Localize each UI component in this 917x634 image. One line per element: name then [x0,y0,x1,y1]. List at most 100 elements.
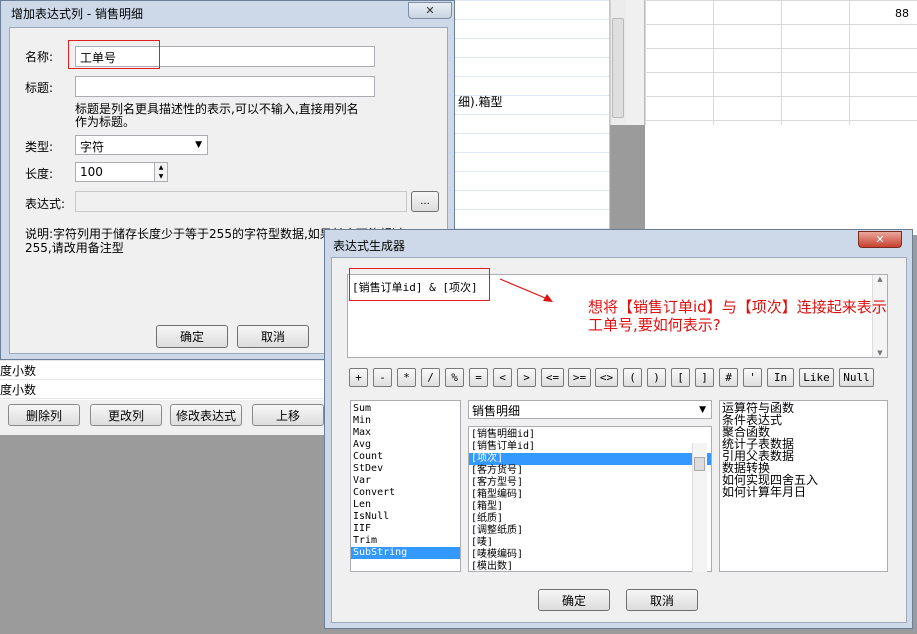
stepper-down-icon[interactable]: ▼ [155,172,167,181]
field-item[interactable]: [箱型编码] [469,489,711,501]
operator-button[interactable]: <= [541,368,564,387]
function-item[interactable]: SubString [351,547,460,559]
close-icon: ✕ [425,4,435,17]
name-label: 名称: [25,50,54,64]
operator-button[interactable]: ] [695,368,714,387]
cancel-button[interactable]: 取消 [237,325,309,348]
field-item[interactable]: [项次] [469,453,711,465]
help-text-2: 255,请改用备注型 [25,241,124,255]
function-item[interactable]: StDev [351,463,460,475]
field-item[interactable]: [唛] [469,537,711,549]
operator-button[interactable]: <> [595,368,618,387]
function-item[interactable]: IsNull [351,511,460,523]
function-item[interactable]: Var [351,475,460,487]
operator-button[interactable]: In [767,368,794,387]
dialog-title: 增加表达式列 - 销售明细 [11,7,143,21]
background-list: 度小数 度小数 [0,360,330,400]
operator-button[interactable]: + [349,368,368,387]
field-item[interactable]: [客方型号] [469,477,711,489]
operator-button[interactable]: >= [568,368,591,387]
field-list[interactable]: [销售明细id] [销售订单id] [项次] [客方货号] [客方型号] [箱型编码] [箱… [468,426,712,572]
operator-button[interactable]: % [445,368,464,387]
operator-button[interactable]: - [373,368,392,387]
annotation-line-1: 想将【销售订单id】与【项次】连接起来表示 [588,298,887,316]
annotation-highlight-box [349,268,490,301]
field-item[interactable]: [销售订单id] [469,441,711,453]
stepper-up-icon[interactable]: ▲ [155,163,167,172]
operator-button[interactable]: = [469,368,488,387]
scrollbar-thumb[interactable] [612,18,624,118]
close-button[interactable]: ✕ [408,2,452,19]
operator-button[interactable]: ) [647,368,666,387]
type-value: 字符 [80,140,105,154]
expression-builder-dialog: 表达式生成器 ✕ [销售订单id] & [项次] ▲ ▼ Sum Min Max Av… [324,229,913,629]
list-item[interactable]: 度小数 [0,381,36,398]
background-grid-empty [645,125,917,235]
background-cell-text: 细).箱型 [458,95,503,109]
ok-button[interactable]: 确定 [156,325,228,348]
function-item[interactable]: Min [351,415,460,427]
function-item[interactable]: Len [351,499,460,511]
move-up-button[interactable]: 上移 [252,404,324,426]
operator-button[interactable]: / [421,368,440,387]
function-item[interactable]: IIF [351,523,460,535]
table-select-value: 销售明细 [472,404,521,418]
background-panel-strip [626,0,645,125]
expression-field[interactable] [75,191,407,212]
type-label: 类型: [25,140,54,154]
field-item[interactable]: [箱型] [469,501,711,513]
annotation-arrow [499,278,553,302]
function-item[interactable]: Trim [351,535,460,547]
caption-note-2: 作为标题。 [75,115,136,129]
field-item[interactable]: [纸质] [469,513,711,525]
background-grid: 88 [645,0,917,125]
scroll-down-icon[interactable]: ▼ [873,349,887,357]
function-item[interactable]: Count [351,451,460,463]
ok-button[interactable]: 确定 [538,589,610,611]
operator-button[interactable]: Null [839,368,874,387]
caption-field[interactable] [75,76,375,97]
close-icon: ✕ [875,233,885,246]
type-select[interactable]: 字符 ▼ [75,135,208,155]
annotation-line-2: 工单号,要如何表示? [588,316,721,334]
operator-button[interactable]: * [397,368,416,387]
function-item[interactable]: Avg [351,439,460,451]
expression-label: 表达式: [25,197,66,211]
help-topic-list[interactable]: 运算符与函数 条件表达式 聚合函数 统计子表数据 引用父表数据 数据转换 如何实现四舍五入如… [719,400,888,572]
caption-note: 标题是列名更具描述性的表示,可以不输入,直接用列名 [75,102,359,116]
cancel-button[interactable]: 取消 [626,589,698,611]
modify-expression-button[interactable]: 修改表达式 [170,404,242,426]
annotation-text: 想将【销售订单id】与【项次】连接起来表示 工单号,要如何表示? [588,298,887,334]
function-list[interactable]: Sum Min Max Avg Count StDev Var Convert Len IsNul… [350,400,461,572]
chevron-down-icon: ▼ [699,405,706,415]
scroll-up-icon[interactable]: ▲ [873,275,887,283]
field-item[interactable]: [调整纸质] [469,525,711,537]
annotation-highlight-box [68,40,160,69]
length-stepper[interactable]: ▲ ▼ [154,162,168,182]
operator-button[interactable]: Like [799,368,834,387]
change-column-button[interactable]: 更改列 [90,404,162,426]
scrollbar-thumb[interactable] [694,457,705,471]
operator-button[interactable]: ( [623,368,642,387]
delete-column-button[interactable]: 删除列 [8,404,80,426]
dialog-title: 表达式生成器 [333,239,406,253]
operator-button[interactable]: ' [743,368,762,387]
table-select[interactable]: 销售明细 ▼ [468,400,712,419]
help-topic-item[interactable]: 如何计算年月日 [720,486,887,498]
function-item[interactable]: Max [351,427,460,439]
operator-button[interactable]: > [517,368,536,387]
operator-button[interactable]: [ [671,368,690,387]
field-item[interactable]: [模出数] [469,561,711,571]
function-item[interactable]: Convert [351,487,460,499]
operator-button[interactable]: < [493,368,512,387]
operator-button[interactable]: # [719,368,738,387]
length-field[interactable]: 100 [75,162,155,182]
close-button[interactable]: ✕ [858,231,902,248]
length-label: 长度: [25,167,54,181]
field-item[interactable]: [销售明细id] [469,429,711,441]
function-item[interactable]: Sum [351,403,460,415]
list-item[interactable]: 度小数 [0,362,36,379]
field-item[interactable]: [唛模编码] [469,549,711,561]
field-item[interactable]: [客方货号] [469,465,711,477]
expression-builder-button[interactable]: ... [411,191,439,212]
